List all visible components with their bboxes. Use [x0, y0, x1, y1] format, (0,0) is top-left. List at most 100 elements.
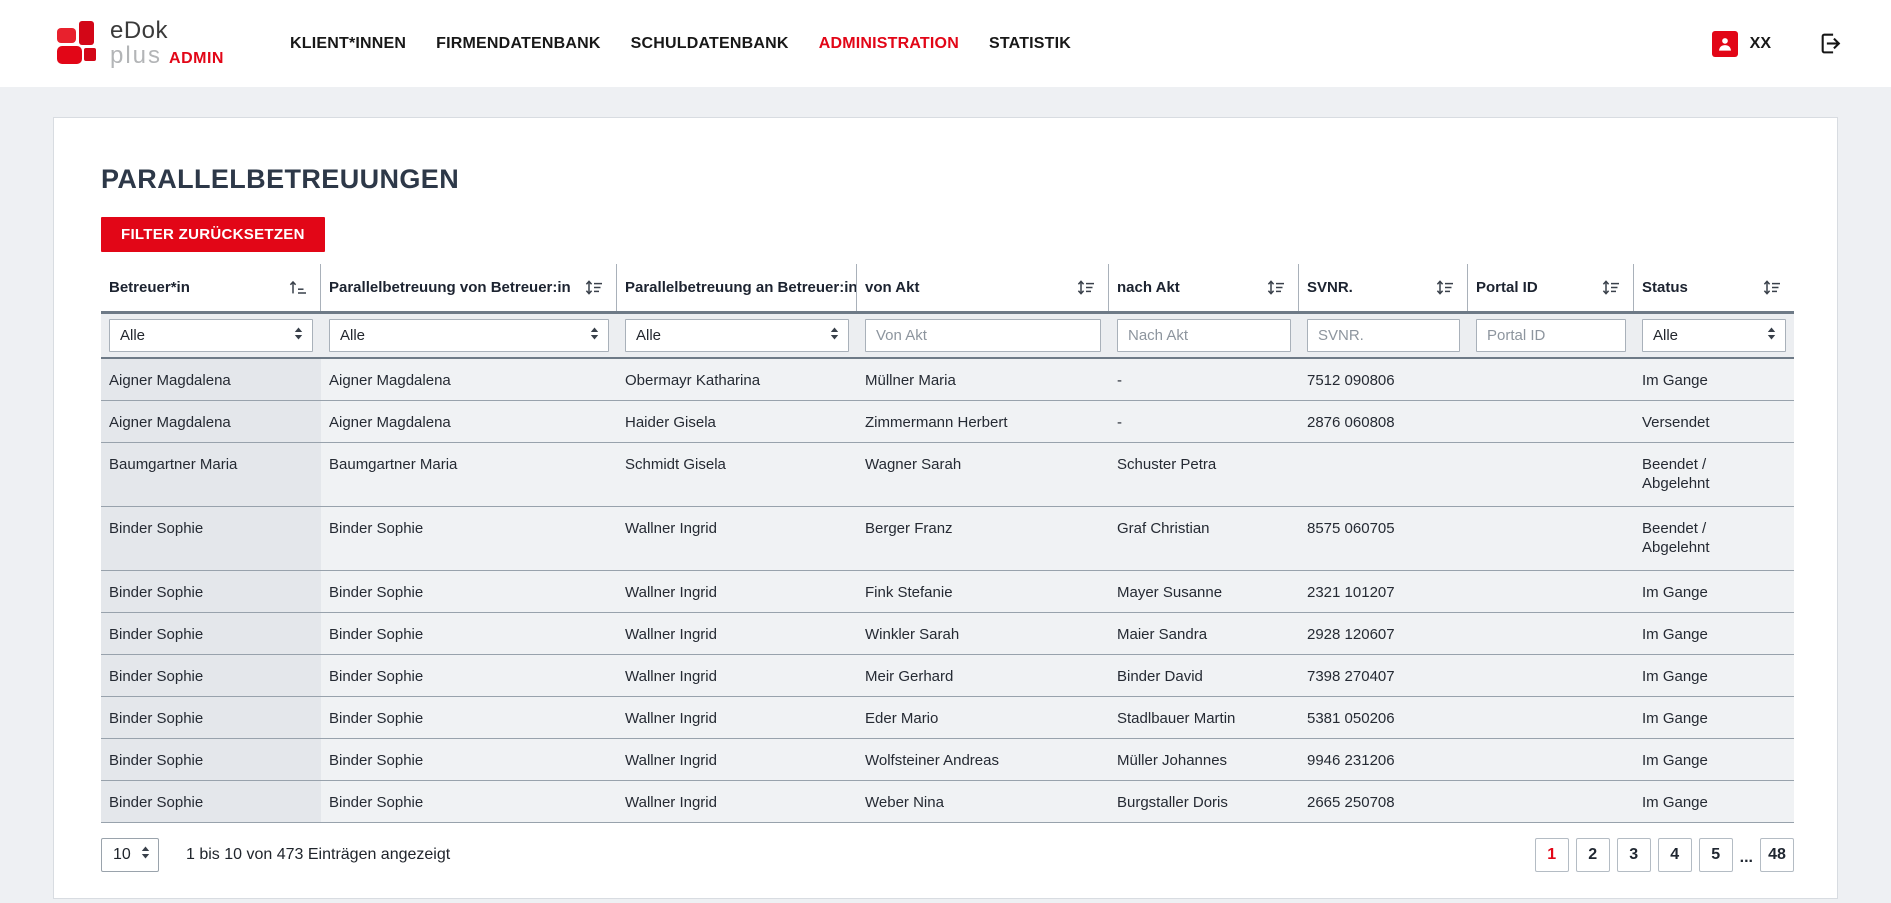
cell-status: Beendet / Abgelehnt — [1634, 507, 1794, 570]
nav-item-administration[interactable]: ADMINISTRATION — [819, 35, 959, 53]
cell-nach-akt: Graf Christian — [1109, 507, 1299, 570]
cell-nach-akt: Maier Sandra — [1109, 613, 1299, 654]
column-header-svnr[interactable]: SVNR. — [1299, 264, 1468, 311]
filter-input-portal-id[interactable] — [1476, 319, 1626, 352]
filter-select-betreuer[interactable]: Alle — [109, 319, 313, 352]
cell-svnr: 2665 250708 — [1299, 781, 1468, 822]
page-button-48[interactable]: 48 — [1760, 838, 1794, 872]
cell-parallelbetreuung-an-betreuer-in: Wallner Ingrid — [617, 613, 857, 654]
cell-von-akt: Berger Franz — [857, 507, 1109, 570]
filter-cell-svnr — [1299, 319, 1468, 352]
cell-parallelbetreuung-von-betreuer-in: Binder Sophie — [321, 697, 617, 738]
cell-parallelbetreuung-von-betreuer-in: Aigner Magdalena — [321, 401, 617, 442]
column-header-parallelbetreuung-von-betreuer-in[interactable]: Parallelbetreuung von Betreuer:in — [321, 264, 617, 311]
filter-input-nach-akt[interactable] — [1117, 319, 1291, 352]
filter-input-svnr[interactable] — [1307, 319, 1460, 352]
cell-betreuer-in: Binder Sophie — [101, 739, 321, 780]
cell-betreuer-in: Aigner Magdalena — [101, 359, 321, 400]
filter-select-parallelbetreuung-an[interactable]: Alle — [625, 319, 849, 352]
page-button-4[interactable]: 4 — [1658, 838, 1692, 872]
cell-von-akt: Wagner Sarah — [857, 443, 1109, 506]
cell-betreuer-in: Binder Sophie — [101, 613, 321, 654]
nav-item-schuldatenbank[interactable]: SCHULDATENBANK — [631, 35, 789, 53]
page-title: PARALLELBETREUUNGEN — [101, 164, 1794, 195]
filter-select-parallelbetreuung-von[interactable]: Alle — [329, 319, 609, 352]
cell-status: Im Gange — [1634, 697, 1794, 738]
page-button-2[interactable]: 2 — [1576, 838, 1610, 872]
cell-parallelbetreuung-an-betreuer-in: Wallner Ingrid — [617, 655, 857, 696]
filter-cell-von-akt — [857, 319, 1109, 352]
filter-cell-betreuer: Alle — [101, 319, 321, 352]
cell-portal-id — [1468, 697, 1634, 738]
page-size-select[interactable]: 10 — [101, 838, 159, 872]
cell-betreuer-in: Binder Sophie — [101, 655, 321, 696]
cell-status: Beendet / Abgelehnt — [1634, 443, 1794, 506]
cell-svnr: 2321 101207 — [1299, 571, 1468, 612]
nav-item-klient-innen[interactable]: KLIENT*INNEN — [290, 35, 406, 53]
filter-cell-parallelbetreuung-an: Alle — [617, 319, 857, 352]
table-header-row: Betreuer*in Parallelbetreuung von Betreue… — [101, 264, 1794, 314]
page-button-1[interactable]: 1 — [1535, 838, 1569, 872]
app-logo[interactable]: eDok plus ADMIN — [57, 19, 224, 68]
user-initials: XX — [1750, 35, 1771, 53]
nav-item-statistik[interactable]: STATISTIK — [989, 35, 1071, 53]
cell-parallelbetreuung-an-betreuer-in: Wallner Ingrid — [617, 571, 857, 612]
cell-svnr: 5381 050206 — [1299, 697, 1468, 738]
cell-portal-id — [1468, 739, 1634, 780]
nav-item-firmendatenbank[interactable]: FIRMENDATENBANK — [436, 35, 600, 53]
cell-betreuer-in: Binder Sophie — [101, 781, 321, 822]
column-label: Parallelbetreuung an Betreuer:in — [625, 279, 857, 296]
table-row: Binder SophieBinder SophieWallner Ingrid… — [101, 507, 1794, 571]
column-label: von Akt — [865, 279, 919, 296]
column-label: Betreuer*in — [109, 279, 190, 296]
filter-select-status[interactable]: Alle — [1642, 319, 1786, 352]
sort-icon-von-akt — [1077, 280, 1095, 295]
cell-nach-akt: Mayer Susanne — [1109, 571, 1299, 612]
filter-input-von-akt[interactable] — [865, 319, 1101, 352]
logo-text: eDok plus ADMIN — [110, 19, 224, 68]
cell-status: Im Gange — [1634, 655, 1794, 696]
column-header-nach-akt[interactable]: nach Akt — [1109, 264, 1299, 311]
select-spinner-icon — [590, 327, 599, 344]
filter-reset-button[interactable]: FILTER ZURÜCKSETZEN — [101, 217, 325, 252]
main-content: PARALLELBETREUUNGEN FILTER ZURÜCKSETZEN … — [0, 117, 1891, 899]
cell-portal-id — [1468, 613, 1634, 654]
column-label: Status — [1642, 279, 1688, 296]
cell-nach-akt: Müller Johannes — [1109, 739, 1299, 780]
table-row: Baumgartner MariaBaumgartner MariaSchmid… — [101, 443, 1794, 507]
table-body: Aigner MagdalenaAigner MagdalenaObermayr… — [101, 359, 1794, 823]
logo-line2: plus — [110, 44, 162, 68]
user-badge-icon[interactable] — [1712, 31, 1738, 57]
page-button-3[interactable]: 3 — [1617, 838, 1651, 872]
cell-svnr: 8575 060705 — [1299, 507, 1468, 570]
column-header-status[interactable]: Status — [1634, 264, 1794, 311]
cell-betreuer-in: Baumgartner Maria — [101, 443, 321, 506]
table-row: Binder SophieBinder SophieWallner Ingrid… — [101, 739, 1794, 781]
cell-svnr: 9946 231206 — [1299, 739, 1468, 780]
column-label: Portal ID — [1476, 279, 1538, 296]
filter-select-value: Alle — [340, 327, 365, 344]
filter-select-value: Alle — [120, 327, 145, 344]
column-header-parallelbetreuung-an-betreuer-in[interactable]: Parallelbetreuung an Betreuer:in — [617, 264, 857, 311]
cell-portal-id — [1468, 443, 1634, 506]
cell-svnr: 7512 090806 — [1299, 359, 1468, 400]
filter-cell-portal-id — [1468, 319, 1634, 352]
cell-parallelbetreuung-an-betreuer-in: Wallner Ingrid — [617, 781, 857, 822]
cell-nach-akt: Binder David — [1109, 655, 1299, 696]
logo-admin-badge: ADMIN — [169, 51, 224, 67]
cell-parallelbetreuung-von-betreuer-in: Binder Sophie — [321, 655, 617, 696]
column-header-betreuer-in[interactable]: Betreuer*in — [101, 264, 321, 311]
filter-cell-nach-akt — [1109, 319, 1299, 352]
cell-parallelbetreuung-von-betreuer-in: Baumgartner Maria — [321, 443, 617, 506]
cell-portal-id — [1468, 571, 1634, 612]
page-button-5[interactable]: 5 — [1699, 838, 1733, 872]
cell-parallelbetreuung-von-betreuer-in: Binder Sophie — [321, 613, 617, 654]
column-header-portal-id[interactable]: Portal ID — [1468, 264, 1634, 311]
column-header-von-akt[interactable]: von Akt — [857, 264, 1109, 311]
cell-status: Im Gange — [1634, 781, 1794, 822]
cell-nach-akt: - — [1109, 359, 1299, 400]
cell-svnr: 2928 120607 — [1299, 613, 1468, 654]
logout-icon[interactable] — [1817, 31, 1843, 57]
cell-betreuer-in: Binder Sophie — [101, 697, 321, 738]
filter-select-value: Alle — [1653, 327, 1678, 344]
